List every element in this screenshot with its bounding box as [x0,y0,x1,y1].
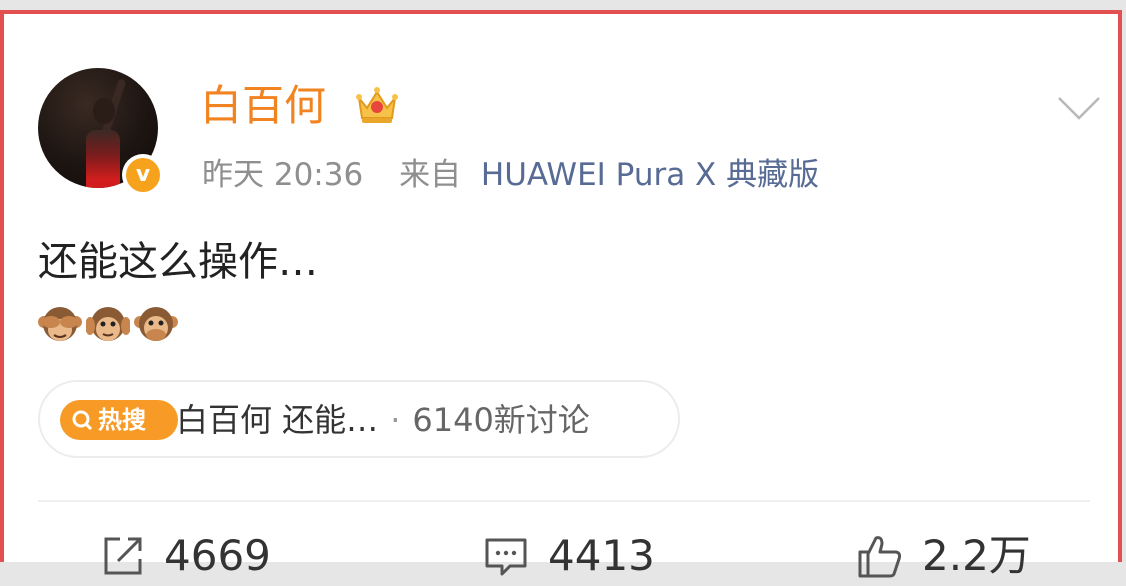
search-icon [72,410,93,431]
source-label: 来自 [399,157,462,193]
comment-button[interactable]: 4413 [482,526,655,586]
weibo-post-card: v 白百何 昨天 20:36 来自 HUAWEI Pura X 典藏版 还能这么… [0,10,1122,580]
post-timestamp: 昨天 20:36 [202,157,364,193]
hot-search-topic: 白百何 还能… [176,401,379,439]
hot-search-text: 白百何 还能… · 6140新讨论 [176,396,590,444]
post-text: 还能这么操作… [38,239,318,285]
hot-search-tag-label: 热搜 [98,406,146,434]
hot-search-pill[interactable]: 热搜 白百何 还能… · 6140新讨论 [38,380,680,458]
divider [38,500,1090,502]
like-button[interactable]: 2.2万 [856,526,1031,586]
username[interactable]: 白百何 [200,80,326,132]
avatar-figure-head [93,98,115,124]
speak-no-evil-monkey-icon [134,307,178,341]
avatar-figure-dress [86,130,120,188]
comment-count: 4413 [548,531,655,580]
chevron-down-icon[interactable] [1056,94,1102,122]
hot-search-separator: · [390,401,401,439]
share-button[interactable]: 4669 [100,526,271,586]
crown-icon[interactable] [354,84,400,126]
source-device-link[interactable]: HUAWEI Pura X 典藏版 [481,157,819,193]
thumbs-up-icon [858,536,902,578]
share-count: 4669 [164,531,271,580]
hot-search-count: 6140新讨论 [412,401,590,439]
share-icon [104,537,142,575]
like-count: 2.2万 [922,531,1031,580]
see-no-evil-monkey-icon [38,307,82,341]
verified-badge-icon: v [122,154,164,196]
post-meta: 昨天 20:36 来自 HUAWEI Pura X 典藏版 [202,154,819,196]
hear-no-evil-monkey-icon [86,307,130,341]
hot-search-tag: 热搜 [60,400,178,440]
comment-icon [485,538,527,576]
emoji-row [38,302,178,348]
